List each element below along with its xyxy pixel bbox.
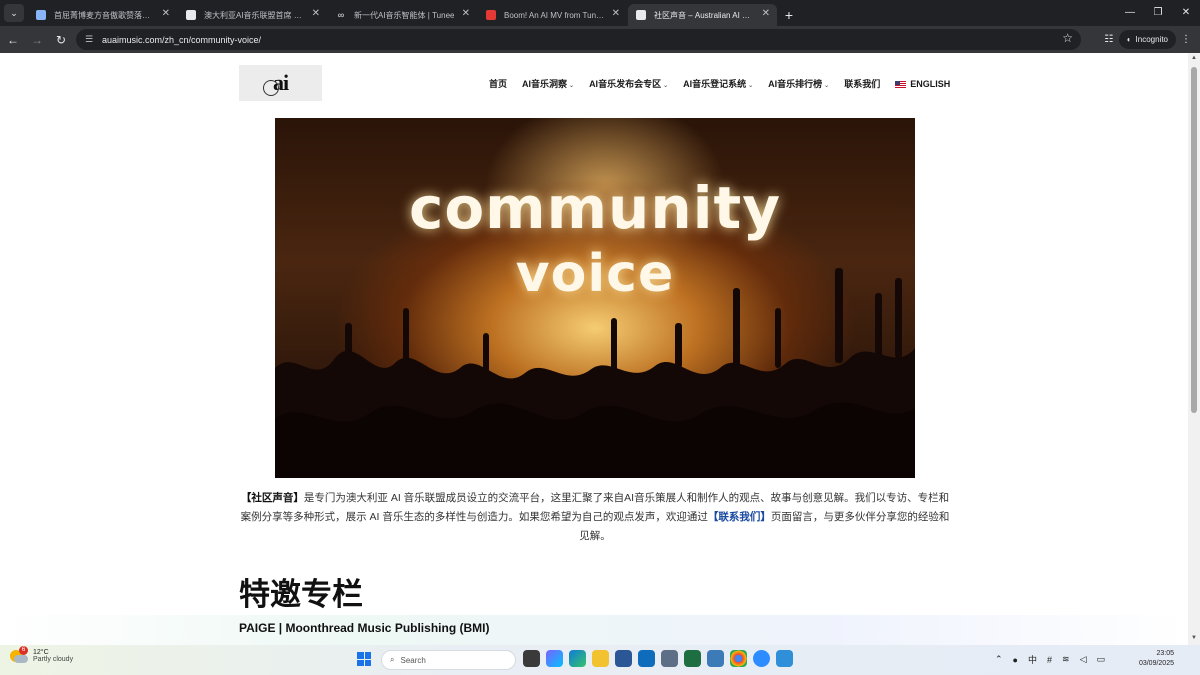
site-info-icon[interactable]: ☰ — [80, 31, 98, 49]
tab-search-chevron-icon[interactable]: ⌄ — [4, 4, 24, 22]
close-tab-icon[interactable]: ✕ — [312, 8, 320, 19]
tab-3[interactable]: Boom! An AI MV from Tunee Is ✕ — [478, 4, 627, 26]
windows-taskbar: 6 12°C Partly cloudy ⌕ Search ⌃ ● 中 # ≋ … — [0, 645, 1200, 675]
new-tab-icon[interactable]: + — [778, 4, 800, 26]
volume-icon[interactable]: ◁ — [1080, 654, 1087, 665]
keyboard-layout-icon[interactable]: # — [1047, 655, 1052, 665]
url-text[interactable]: auaimusic.com/zh_cn/community-voice/ — [102, 35, 261, 45]
notepad-icon[interactable] — [707, 650, 724, 667]
paint-icon[interactable] — [776, 650, 793, 667]
taskbar-search[interactable]: ⌕ Search — [381, 650, 516, 670]
browser-toolbar: ← → ↻ ☰ auaimusic.com/zh_cn/community-vo… — [0, 26, 1200, 53]
system-tray: ⌃ ● 中 # ≋ ◁ ▭ — [995, 653, 1105, 666]
tab-favicon-icon — [636, 10, 646, 20]
nav-contact[interactable]: 联系我们 — [844, 77, 880, 90]
youtube-icon — [486, 10, 496, 20]
intro-paragraph: 【社区声音】是专门为澳大利亚 AI 音乐联盟成员设立的交流平台，这里汇聚了来自A… — [240, 489, 950, 546]
tab-favicon-icon — [36, 10, 46, 20]
chevron-down-icon: ⌄ — [748, 83, 754, 89]
overlay-sheen — [0, 615, 1188, 645]
nav-ai-music-insight[interactable]: AI音乐洞察 ⌄ — [522, 77, 574, 90]
store-icon[interactable] — [615, 650, 632, 667]
page-scrollbar[interactable]: ▲ ▼ — [1188, 53, 1200, 645]
back-icon[interactable]: ← — [2, 29, 24, 51]
close-tab-icon[interactable]: ✕ — [462, 8, 470, 19]
tab-1[interactable]: 澳大利亚AI音乐联盟首席 Future✕ — [178, 4, 327, 26]
main-nav: 首页 AI音乐洞察 ⌄ AI音乐发布会专区 ⌄ AI音乐登记系统 ⌄ AI音乐排行榜 ⌄… — [489, 77, 950, 90]
forward-icon[interactable]: → — [26, 29, 48, 51]
weather-widget[interactable]: 6 12°C Partly cloudy — [10, 646, 74, 664]
weather-desc: Partly cloudy — [33, 656, 74, 663]
intro-bold: 【社区声音】 — [240, 492, 304, 504]
menu-kebab-icon[interactable]: ⋮ — [1176, 34, 1196, 45]
window-controls: — ❐ ✕ — [1116, 0, 1200, 26]
microphone-icon[interactable]: ● — [1013, 655, 1018, 665]
nav-registry-system[interactable]: AI音乐登记系统 ⌄ — [683, 77, 753, 90]
search-placeholder: Search — [400, 655, 426, 665]
reload-icon[interactable]: ↻ — [50, 29, 72, 51]
weather-badge: 6 — [19, 646, 28, 655]
close-window-icon[interactable]: ✕ — [1172, 0, 1200, 24]
excel-icon[interactable] — [684, 650, 701, 667]
bookmark-star-icon[interactable]: ☆ — [1062, 31, 1073, 45]
edge-icon[interactable] — [569, 650, 586, 667]
clock-date: 03/09/2025 — [1138, 660, 1174, 667]
task-view-icon[interactable] — [523, 650, 540, 667]
incognito-icon: ◐ — [1126, 35, 1132, 44]
copilot-icon[interactable] — [546, 650, 563, 667]
file-explorer-icon[interactable] — [592, 650, 609, 667]
chevron-up-icon[interactable]: ⌃ — [995, 654, 1003, 665]
partly-cloudy-icon: 6 — [10, 646, 28, 664]
taskbar-clock[interactable]: 23:05 03/09/2025 — [1139, 649, 1174, 669]
wifi-icon[interactable]: ≋ — [1062, 654, 1070, 665]
tab-4-active[interactable]: 社区声音 – Australian AI Music ✕ — [628, 4, 777, 26]
zoom-icon[interactable] — [753, 650, 770, 667]
incognito-indicator[interactable]: ◐ Incognito — [1118, 30, 1176, 49]
tab-strip: ⌄ 首屈菁博麦方音傲歌赞落盖多✕ 澳大利亚AI音乐联盟首席 Future✕ ∞新… — [0, 0, 1200, 26]
chevron-down-icon: ⌄ — [569, 83, 575, 89]
clock-time: 23:05 — [1156, 650, 1174, 657]
scroll-down-icon[interactable]: ▼ — [1188, 635, 1200, 645]
tab-favicon-icon — [186, 10, 196, 20]
minimize-icon[interactable]: — — [1116, 0, 1144, 24]
chevron-down-icon: ⌄ — [824, 83, 830, 89]
nav-launch-zone[interactable]: AI音乐发布会专区 ⌄ — [589, 77, 668, 90]
restore-icon[interactable]: ❐ — [1144, 0, 1172, 24]
us-flag-icon — [895, 80, 907, 88]
windows-start-icon[interactable] — [357, 652, 371, 666]
nav-home[interactable]: 首页 — [489, 77, 507, 90]
chrome-icon[interactable] — [730, 650, 747, 667]
tab-0[interactable]: 首屈菁博麦方音傲歌赞落盖多 ✕ — [28, 4, 177, 26]
nav-charts[interactable]: AI音乐排行榜 ⌄ — [768, 77, 829, 90]
snipping-tool-icon[interactable] — [661, 650, 678, 667]
contact-link[interactable]: 【联系我们】 — [708, 511, 771, 523]
scrollbar-thumb[interactable] — [1191, 67, 1197, 413]
close-tab-icon[interactable]: ✕ — [162, 8, 170, 19]
hero-banner: community voice — [275, 118, 915, 478]
address-bar[interactable]: ☰ auaimusic.com/zh_cn/community-voice/ ☆ — [76, 29, 1081, 50]
weather-temp: 12°C — [33, 649, 49, 656]
pinned-apps — [523, 650, 793, 667]
tab-search-icon[interactable]: ☷ — [1099, 34, 1119, 45]
chevron-down-icon: ⌄ — [663, 83, 669, 89]
logo-ring-icon — [263, 80, 279, 96]
hero-title-line1: community — [408, 174, 782, 242]
section-title: 特邀专栏 — [239, 577, 363, 612]
scroll-up-icon[interactable]: ▲ — [1188, 55, 1200, 65]
site-logo[interactable]: ai — [239, 65, 322, 101]
search-icon: ⌕ — [390, 655, 395, 664]
article-title[interactable]: PAIGE | Moonthread Music Publishing (BMI… — [239, 621, 489, 635]
close-tab-icon[interactable]: ✕ — [762, 8, 770, 19]
tab-2[interactable]: ∞ 新一代AI音乐智能体 | Tunee ✕ — [328, 4, 477, 26]
ime-indicator[interactable]: 中 — [1028, 653, 1037, 666]
battery-icon[interactable]: ▭ — [1096, 654, 1105, 665]
web-page: ai 首页 AI音乐洞察 ⌄ AI音乐发布会专区 ⌄ AI音乐登记系统 ⌄ AI音乐排… — [0, 53, 1188, 645]
hero-title-line2: voice — [515, 244, 675, 304]
nav-english[interactable]: ENGLISH — [895, 79, 950, 89]
close-tab-icon[interactable]: ✕ — [612, 8, 620, 19]
infinity-icon: ∞ — [337, 10, 345, 20]
outlook-icon[interactable] — [638, 650, 655, 667]
